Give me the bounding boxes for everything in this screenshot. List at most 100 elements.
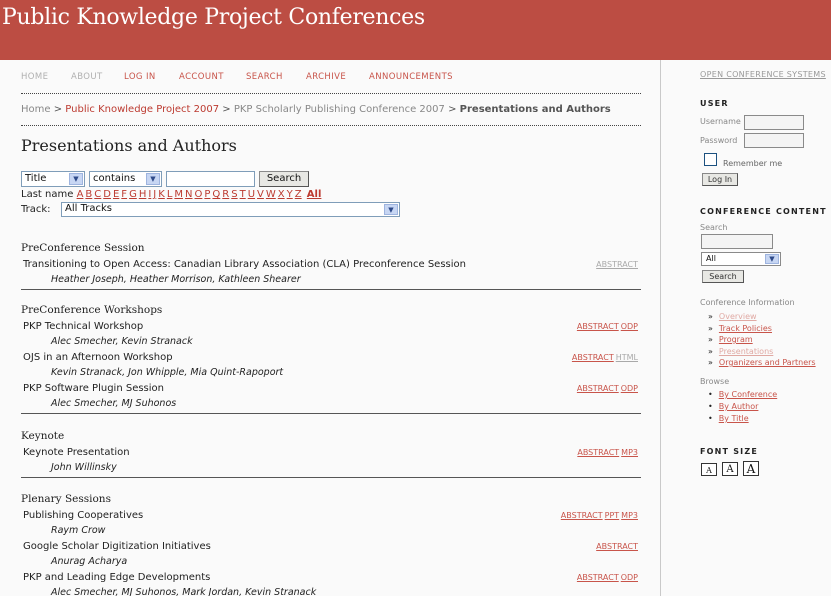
letter-link[interactable]: S xyxy=(231,189,237,200)
browse-link[interactable]: By Author xyxy=(719,402,759,411)
paper-title[interactable]: Keynote Presentation xyxy=(23,447,130,458)
conference-info-link[interactable]: Presentations xyxy=(719,347,773,356)
paper-link-abstract[interactable]: ABSTRACT xyxy=(577,322,619,331)
letter-link[interactable]: W xyxy=(266,189,276,200)
conference-info-link[interactable]: Organizers and Partners xyxy=(719,358,816,367)
paper-link-abstract[interactable]: ABSTRACT xyxy=(577,448,619,457)
search-operator-select[interactable]: contains ▼ xyxy=(89,171,162,187)
conference-info-link[interactable]: Program xyxy=(719,335,753,344)
paper-link-ppt[interactable]: PPT xyxy=(605,511,620,520)
sidebar-scope-select[interactable]: All ▼ xyxy=(701,252,781,266)
letter-link[interactable]: X xyxy=(278,189,285,200)
search-field-select[interactable]: Title ▼ xyxy=(21,171,85,187)
search-input[interactable] xyxy=(166,171,255,187)
breadcrumb-home[interactable]: Home xyxy=(21,104,51,115)
nav-search[interactable]: SEARCH xyxy=(246,72,283,82)
breadcrumb-sched-conf[interactable]: PKP Scholarly Publishing Conference 2007 xyxy=(234,104,445,115)
letter-link[interactable]: Z xyxy=(295,189,302,200)
browse-item[interactable]: • By Title xyxy=(708,414,749,423)
sidebar-search-button[interactable]: Search xyxy=(702,270,744,283)
paper-title[interactable]: OJS in an Afternoon Workshop xyxy=(23,352,173,363)
search-button[interactable]: Search xyxy=(259,171,309,187)
conference-info-link[interactable]: Track Policies xyxy=(719,324,772,333)
letter-link[interactable]: Q xyxy=(212,189,220,200)
letter-link[interactable]: L xyxy=(167,189,173,200)
login-button[interactable]: Log In xyxy=(702,173,738,186)
paper-link-abstract[interactable]: ABSTRACT xyxy=(577,384,619,393)
conference-info-item[interactable]: » Overview xyxy=(708,312,757,321)
nav-announcements[interactable]: ANNOUNCEMENTS xyxy=(369,72,453,82)
paper-title[interactable]: Publishing Cooperatives xyxy=(23,510,143,521)
browse-link[interactable]: By Conference xyxy=(719,390,777,399)
paper-title[interactable]: PKP Technical Workshop xyxy=(23,321,143,332)
letter-link[interactable]: P xyxy=(204,189,210,200)
nav-about[interactable]: ABOUT xyxy=(71,72,103,82)
username-input[interactable] xyxy=(744,115,804,130)
browse-item[interactable]: • By Conference xyxy=(708,390,777,399)
paper-link-abstract[interactable]: ABSTRACT xyxy=(561,511,603,520)
paper-link-odp[interactable]: ODP xyxy=(621,322,638,331)
sidebar: OPEN CONFERENCE SYSTEMS USER Username Pa… xyxy=(661,60,831,596)
bullet-icon: • xyxy=(708,402,713,411)
font-size-medium-button[interactable]: A xyxy=(722,462,738,476)
remember-me-label: Remember me xyxy=(723,159,783,168)
paper-link-abstract[interactable]: ABSTRACT xyxy=(596,260,638,269)
conference-info-item[interactable]: » Program xyxy=(708,335,753,344)
conference-info-item[interactable]: » Presentations xyxy=(708,347,773,356)
letter-link[interactable]: A xyxy=(77,189,84,200)
browse-link[interactable]: By Title xyxy=(719,414,749,423)
letter-link[interactable]: B xyxy=(85,189,92,200)
letter-link[interactable]: R xyxy=(222,189,229,200)
remember-me-checkbox[interactable] xyxy=(704,153,717,166)
sidebar-search-input[interactable] xyxy=(701,234,773,249)
letter-link[interactable]: I xyxy=(148,189,151,200)
paper-link-html[interactable]: HTML xyxy=(616,353,638,362)
paper-link-mp3[interactable]: MP3 xyxy=(621,448,638,457)
nav-home[interactable]: HOME xyxy=(21,72,48,82)
nav-archive[interactable]: ARCHIVE xyxy=(306,72,346,82)
font-size-small-button[interactable]: A xyxy=(701,463,717,476)
letter-link[interactable]: Y xyxy=(287,189,293,200)
letter-link[interactable]: T xyxy=(240,189,246,200)
letter-link[interactable]: F xyxy=(121,189,127,200)
font-size-large-button[interactable]: A xyxy=(743,461,759,476)
nav-account[interactable]: ACCOUNT xyxy=(179,72,224,82)
password-input[interactable] xyxy=(744,133,804,148)
bullet-icon: » xyxy=(708,323,713,333)
letter-link[interactable]: N xyxy=(185,189,192,200)
paper-title[interactable]: Google Scholar Digitization Initiatives xyxy=(23,541,211,552)
letter-link[interactable]: H xyxy=(139,189,147,200)
paper-title[interactable]: PKP Software Plugin Session xyxy=(23,383,164,394)
site-title[interactable]: Public Knowledge Project Conferences xyxy=(2,5,425,30)
session-divider xyxy=(21,477,641,478)
paper-link-abstract[interactable]: ABSTRACT xyxy=(577,573,619,582)
breadcrumb-current[interactable]: Presentations and Authors xyxy=(460,104,611,115)
nav-login[interactable]: LOG IN xyxy=(124,72,156,82)
letter-link[interactable]: M xyxy=(174,189,183,200)
conference-info-item[interactable]: » Organizers and Partners xyxy=(708,358,816,367)
paper-title[interactable]: PKP and Leading Edge Developments xyxy=(23,572,210,583)
conference-info-item[interactable]: » Track Policies xyxy=(708,324,772,333)
letter-link[interactable]: E xyxy=(113,189,119,200)
conference-info-link[interactable]: Overview xyxy=(719,312,757,321)
paper-link-odp[interactable]: ODP xyxy=(621,573,638,582)
username-label: Username xyxy=(700,117,741,126)
track-select[interactable]: All Tracks ▼ xyxy=(61,202,400,217)
browse-item[interactable]: • By Author xyxy=(708,402,758,411)
letter-link[interactable]: U xyxy=(248,189,255,200)
paper-link-odp[interactable]: ODP xyxy=(621,384,638,393)
letter-link[interactable]: C xyxy=(94,189,101,200)
breadcrumb-conference[interactable]: Public Knowledge Project 2007 xyxy=(65,104,219,115)
letter-link[interactable]: J xyxy=(153,189,156,200)
letter-link[interactable]: K xyxy=(158,189,165,200)
paper-title[interactable]: Transitioning to Open Access: Canadian L… xyxy=(23,259,466,270)
letter-link[interactable]: G xyxy=(129,189,137,200)
letter-link[interactable]: D xyxy=(103,189,111,200)
paper-link-abstract[interactable]: ABSTRACT xyxy=(596,542,638,551)
letter-link[interactable]: O xyxy=(195,189,203,200)
paper-link-mp3[interactable]: MP3 xyxy=(621,511,638,520)
letter-link[interactable]: V xyxy=(257,189,264,200)
paper-link-abstract[interactable]: ABSTRACT xyxy=(572,353,614,362)
letter-all-link[interactable]: All xyxy=(307,189,322,200)
ocs-link[interactable]: OPEN CONFERENCE SYSTEMS xyxy=(700,70,826,79)
